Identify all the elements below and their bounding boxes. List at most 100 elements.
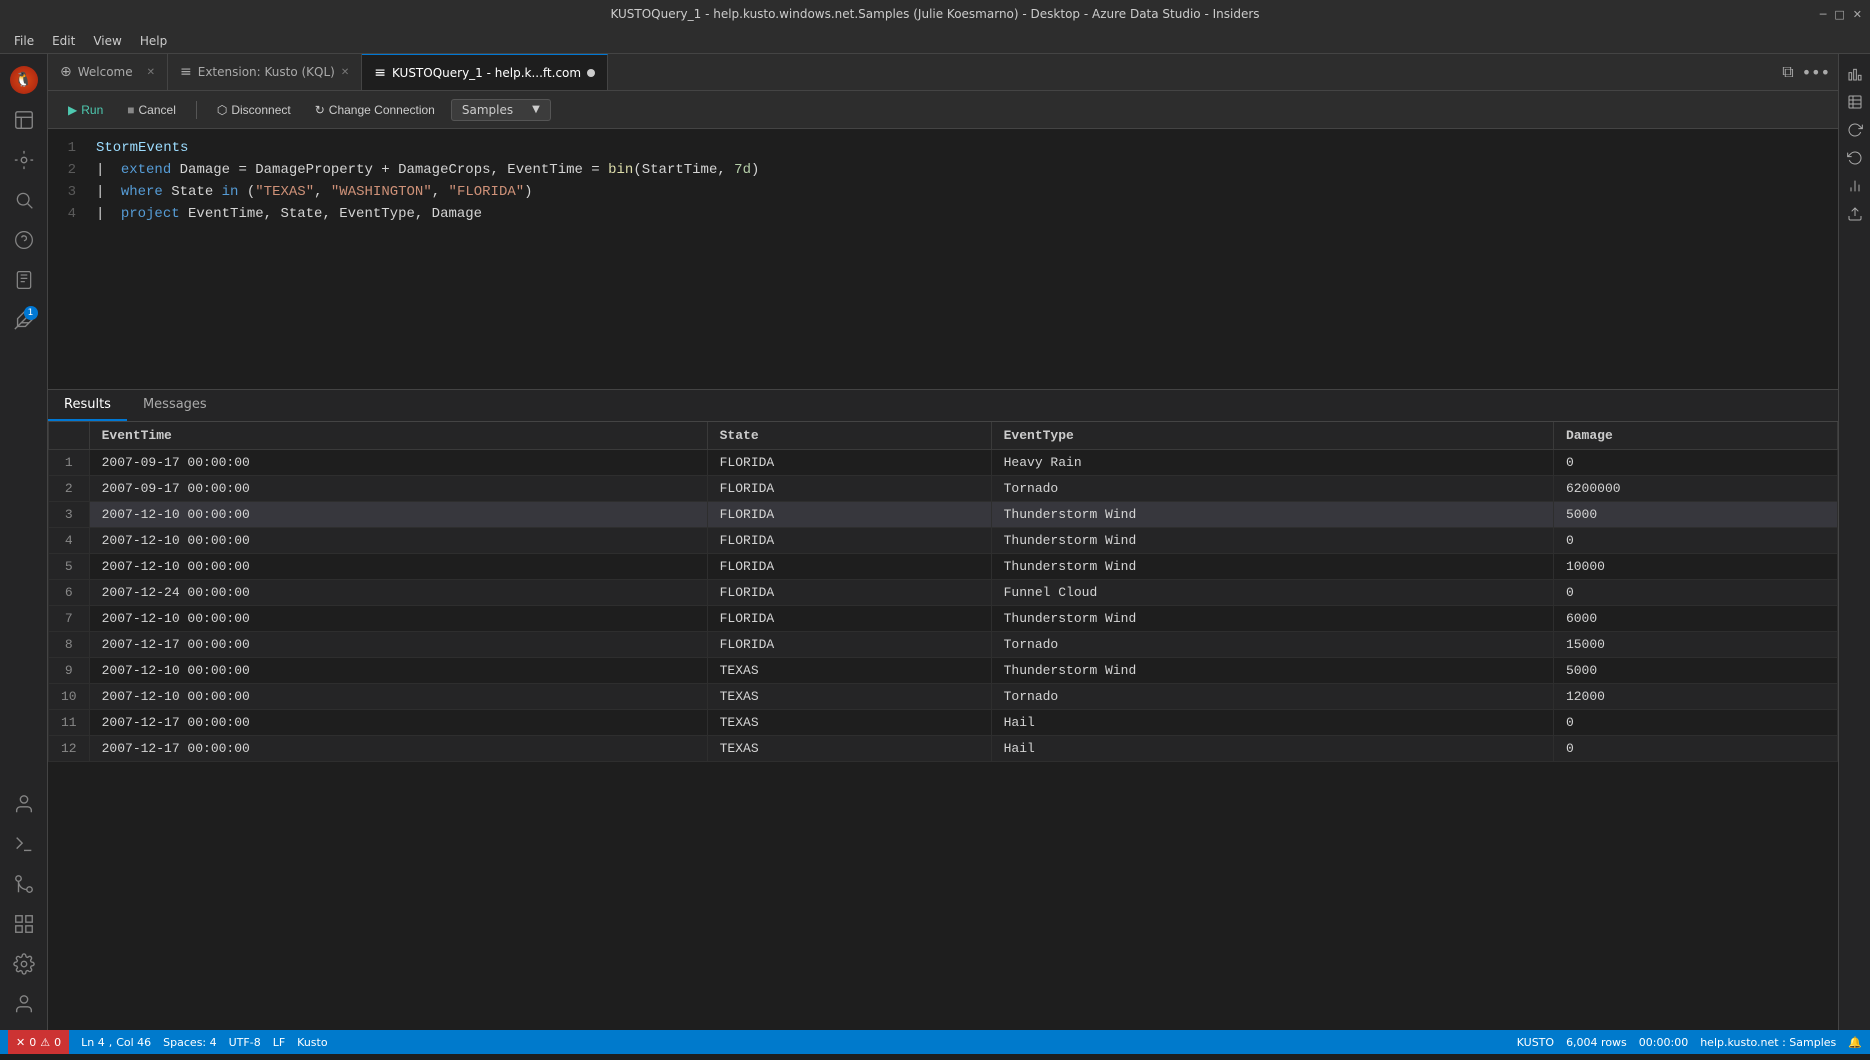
bar-chart-icon[interactable] bbox=[1843, 174, 1867, 198]
cell-state: FLORIDA bbox=[707, 502, 991, 528]
settings-icon[interactable] bbox=[6, 946, 42, 982]
table-row[interactable]: 10 2007-12-10 00:00:00 TEXAS Tornado 120… bbox=[49, 684, 1838, 710]
tab-extension[interactable]: ≡ Extension: Kusto (KQL) ✕ bbox=[168, 54, 362, 90]
status-schema[interactable]: KUSTO bbox=[1517, 1036, 1554, 1049]
status-exec-time[interactable]: 00:00:00 bbox=[1639, 1036, 1688, 1049]
line-num-3: 3 bbox=[48, 181, 88, 203]
status-line-ending[interactable]: LF bbox=[273, 1036, 285, 1049]
menu-view[interactable]: View bbox=[85, 32, 129, 50]
app-layout: 🐧 bbox=[0, 54, 1870, 1030]
cell-state: FLORIDA bbox=[707, 580, 991, 606]
results-table: EventTime State EventType Damage 1 2007-… bbox=[48, 422, 1838, 762]
cell-state: FLORIDA bbox=[707, 528, 991, 554]
cell-eventtype: Thunderstorm Wind bbox=[991, 606, 1553, 632]
cell-eventtype: Tornado bbox=[991, 684, 1553, 710]
cell-eventtype: Hail bbox=[991, 710, 1553, 736]
results-tab-results[interactable]: Results bbox=[48, 390, 127, 421]
menu-bar: File Edit View Help bbox=[0, 28, 1870, 54]
table-row[interactable]: 12 2007-12-17 00:00:00 TEXAS Hail 0 bbox=[49, 736, 1838, 762]
account-icon[interactable] bbox=[6, 986, 42, 1022]
status-line[interactable]: Ln 4, Col 46 bbox=[81, 1036, 151, 1049]
table-row[interactable]: 3 2007-12-10 00:00:00 FLORIDA Thundersto… bbox=[49, 502, 1838, 528]
cell-row-num: 1 bbox=[49, 450, 90, 476]
tab-query[interactable]: ≡ KUSTOQuery_1 - help.k...ft.com bbox=[362, 54, 608, 90]
code-line-4: 4 | project EventTime, State, EventType,… bbox=[48, 203, 1838, 225]
tab-extension-close[interactable]: ✕ bbox=[341, 67, 349, 78]
cell-state: TEXAS bbox=[707, 684, 991, 710]
col-header-eventtime[interactable]: EventTime bbox=[89, 422, 707, 450]
minimize-icon[interactable]: ─ bbox=[1820, 8, 1827, 21]
terminal-icon[interactable] bbox=[6, 826, 42, 862]
row-num-col-header bbox=[49, 422, 90, 450]
table-icon[interactable] bbox=[1843, 90, 1867, 114]
cancel-button[interactable]: ■ Cancel bbox=[119, 100, 184, 120]
notification-icon[interactable]: 🔔 bbox=[1848, 1036, 1862, 1049]
menu-file[interactable]: File bbox=[6, 32, 42, 50]
status-errors[interactable]: ✕ 0 ⚠ 0 bbox=[8, 1030, 69, 1054]
table-row[interactable]: 5 2007-12-10 00:00:00 FLORIDA Thundersto… bbox=[49, 554, 1838, 580]
extension-tab-icon: ≡ bbox=[180, 64, 192, 80]
split-editor-icon[interactable]: ⧉ bbox=[1782, 62, 1793, 82]
col-header-state[interactable]: State bbox=[707, 422, 991, 450]
database-selector[interactable]: Samples ▼ bbox=[451, 99, 551, 121]
menu-edit[interactable]: Edit bbox=[44, 32, 83, 50]
col-header-eventtype[interactable]: EventType bbox=[991, 422, 1553, 450]
tab-welcome-close[interactable]: ✕ bbox=[147, 67, 155, 78]
cell-eventtime: 2007-12-17 00:00:00 bbox=[89, 710, 707, 736]
git-icon[interactable] bbox=[6, 866, 42, 902]
close-icon[interactable]: ✕ bbox=[1853, 8, 1862, 21]
cell-eventtime: 2007-12-10 00:00:00 bbox=[89, 528, 707, 554]
search-icon[interactable] bbox=[6, 182, 42, 218]
table-row[interactable]: 7 2007-12-10 00:00:00 FLORIDA Thundersto… bbox=[49, 606, 1838, 632]
change-connection-button[interactable]: ↻ Change Connection bbox=[307, 100, 443, 120]
data-table-wrapper[interactable]: EventTime State EventType Damage 1 2007-… bbox=[48, 422, 1838, 1030]
chart-bar-icon[interactable] bbox=[1843, 62, 1867, 86]
refresh-down-icon[interactable] bbox=[1843, 146, 1867, 170]
cell-eventtime: 2007-09-17 00:00:00 bbox=[89, 476, 707, 502]
table-row[interactable]: 8 2007-12-17 00:00:00 FLORIDA Tornado 15… bbox=[49, 632, 1838, 658]
table-row[interactable]: 4 2007-12-10 00:00:00 FLORIDA Thundersto… bbox=[49, 528, 1838, 554]
disconnect-button[interactable]: ⬡ Disconnect bbox=[209, 100, 299, 120]
status-spaces[interactable]: Spaces: 4 bbox=[163, 1036, 216, 1049]
status-language[interactable]: Kusto bbox=[297, 1036, 327, 1049]
grid-icon[interactable] bbox=[6, 906, 42, 942]
cell-damage: 15000 bbox=[1553, 632, 1837, 658]
connections-icon[interactable] bbox=[6, 142, 42, 178]
explorer-icon[interactable] bbox=[6, 102, 42, 138]
col-header-damage[interactable]: Damage bbox=[1553, 422, 1837, 450]
help-icon[interactable] bbox=[6, 222, 42, 258]
window-controls[interactable]: ─ □ ✕ bbox=[1820, 8, 1862, 21]
tab-welcome[interactable]: ⊕ Welcome ✕ bbox=[48, 54, 168, 90]
cell-damage: 12000 bbox=[1553, 684, 1837, 710]
line-content-1: StormEvents bbox=[88, 137, 1838, 159]
table-row[interactable]: 11 2007-12-17 00:00:00 TEXAS Hail 0 bbox=[49, 710, 1838, 736]
menu-help[interactable]: Help bbox=[132, 32, 175, 50]
status-encoding[interactable]: UTF-8 bbox=[229, 1036, 261, 1049]
profile-icon[interactable] bbox=[6, 786, 42, 822]
welcome-tab-icon: ⊕ bbox=[60, 64, 72, 80]
cell-row-num: 7 bbox=[49, 606, 90, 632]
maximize-icon[interactable]: □ bbox=[1834, 8, 1844, 21]
table-row[interactable]: 6 2007-12-24 00:00:00 FLORIDA Funnel Clo… bbox=[49, 580, 1838, 606]
code-editor[interactable]: 1 StormEvents 2 | extend Damage = Damage… bbox=[48, 129, 1838, 389]
table-row[interactable]: 9 2007-12-10 00:00:00 TEXAS Thunderstorm… bbox=[49, 658, 1838, 684]
cell-row-num: 3 bbox=[49, 502, 90, 528]
results-tab-messages[interactable]: Messages bbox=[127, 390, 223, 421]
cell-eventtype: Heavy Rain bbox=[991, 450, 1553, 476]
ubuntu-logo[interactable]: 🐧 bbox=[6, 62, 42, 98]
status-rows[interactable]: 6,004 rows bbox=[1566, 1036, 1627, 1049]
messages-tab-label: Messages bbox=[143, 397, 207, 412]
refresh-icon[interactable] bbox=[1843, 118, 1867, 142]
line-num-1: 1 bbox=[48, 137, 88, 159]
line-num-4: 4 bbox=[48, 203, 88, 225]
more-tabs-icon[interactable]: ••• bbox=[1802, 63, 1830, 82]
table-row[interactable]: 2 2007-09-17 00:00:00 FLORIDA Tornado 62… bbox=[49, 476, 1838, 502]
extensions-icon[interactable]: 1 bbox=[6, 302, 42, 338]
table-row[interactable]: 1 2007-09-17 00:00:00 FLORIDA Heavy Rain… bbox=[49, 450, 1838, 476]
notebook-icon[interactable] bbox=[6, 262, 42, 298]
cell-eventtype: Thunderstorm Wind bbox=[991, 554, 1553, 580]
status-server[interactable]: help.kusto.net : Samples bbox=[1700, 1036, 1836, 1049]
run-label: Run bbox=[81, 103, 103, 117]
export-icon[interactable] bbox=[1843, 202, 1867, 226]
run-button[interactable]: ▶ Run bbox=[60, 100, 111, 120]
